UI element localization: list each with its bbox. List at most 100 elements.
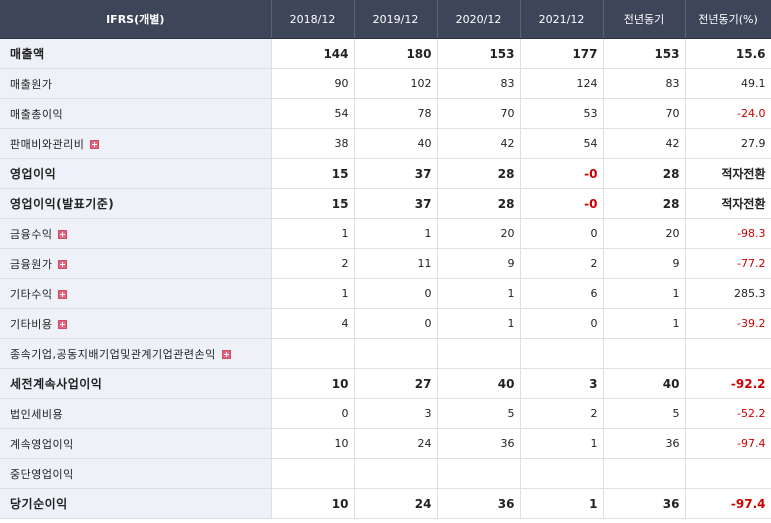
value-cell: 40	[354, 128, 438, 159]
value-cell: -77.2	[685, 248, 771, 279]
expand-plus-icon[interactable]	[221, 350, 231, 359]
value-cell: -24.0	[685, 98, 771, 129]
value-cell: 90	[271, 68, 355, 99]
header-col[interactable]: 2019/12	[354, 0, 438, 39]
value-cell: 15	[271, 158, 355, 189]
value-cell: 37	[354, 158, 438, 189]
value-cell: 9	[603, 248, 686, 279]
row-label: 매출총이익	[10, 107, 64, 121]
expand-plus-icon[interactable]	[58, 260, 68, 269]
table-row: 판매비와관리비 38 40 42 54 42 27.9	[0, 128, 771, 159]
value-cell: 2	[520, 248, 604, 279]
row-label: 매출액	[10, 47, 45, 61]
value-cell: 180	[354, 38, 438, 69]
row-label-cell: 영업이익	[0, 158, 272, 189]
row-label-cell[interactable]: 금융수익	[0, 218, 272, 249]
value-cell: 1	[520, 488, 604, 519]
value-cell: 42	[603, 128, 686, 159]
value-cell: 0	[354, 278, 438, 309]
row-label-cell[interactable]: 기타수익	[0, 278, 272, 309]
value-cell	[437, 338, 521, 369]
header-col[interactable]: 2021/12	[520, 0, 604, 39]
table-row: 금융수익 1 1 20 0 20 -98.3	[0, 218, 771, 249]
row-label-cell: 당기순이익	[0, 488, 272, 519]
value-cell	[685, 338, 771, 369]
row-label: 금융수익	[10, 227, 53, 241]
row-label: 판매비와관리비	[10, 137, 85, 151]
value-cell: 11	[354, 248, 438, 279]
value-cell: 2	[520, 398, 604, 429]
header-label: IFRS(개별)	[0, 0, 272, 39]
value-cell: 153	[603, 38, 686, 69]
row-label-cell: 매출원가	[0, 68, 272, 99]
value-cell: 53	[520, 98, 604, 129]
value-cell: 70	[437, 98, 521, 129]
value-cell: -0	[520, 188, 604, 219]
value-cell: 28	[603, 188, 686, 219]
expand-plus-icon[interactable]	[90, 140, 100, 149]
row-label-cell[interactable]: 금융원가	[0, 248, 272, 279]
value-cell: 102	[354, 68, 438, 99]
value-cell: -39.2	[685, 308, 771, 339]
row-label-cell[interactable]: 종속기업,공동지배기업및관계기업관련손익	[0, 338, 272, 369]
row-label: 법인세비용	[10, 407, 64, 421]
value-cell: 177	[520, 38, 604, 69]
value-cell: -52.2	[685, 398, 771, 429]
value-cell: -0	[520, 158, 604, 189]
table-row: 매출총이익 54 78 70 53 70 -24.0	[0, 98, 771, 129]
table-row: 금융원가 2 11 9 2 9 -77.2	[0, 248, 771, 279]
row-label-cell: 계속영업이익	[0, 428, 272, 459]
value-cell: 0	[520, 218, 604, 249]
value-cell: 42	[437, 128, 521, 159]
value-cell: 3	[520, 368, 604, 399]
value-cell: 36	[603, 488, 686, 519]
table-row: 매출원가 90 102 83 124 83 49.1	[0, 68, 771, 99]
header-col[interactable]: 전년동기	[603, 0, 686, 39]
value-cell: 9	[437, 248, 521, 279]
table-row: 종속기업,공동지배기업및관계기업관련손익	[0, 338, 771, 369]
value-cell: 적자전환	[685, 158, 771, 189]
value-cell	[603, 338, 686, 369]
row-label-cell: 중단영업이익	[0, 458, 272, 489]
header-col[interactable]: 전년동기(%)	[685, 0, 771, 39]
value-cell: 1	[520, 428, 604, 459]
value-cell: 10	[271, 488, 355, 519]
value-cell: 54	[271, 98, 355, 129]
expand-plus-icon[interactable]	[58, 290, 68, 299]
value-cell: -97.4	[685, 428, 771, 459]
value-cell: 27.9	[685, 128, 771, 159]
value-cell	[520, 338, 604, 369]
financial-table: IFRS(개별) 2018/12 2019/12 2020/12 2021/12…	[0, 0, 771, 519]
value-cell: 285.3	[685, 278, 771, 309]
row-label: 계속영업이익	[10, 437, 74, 451]
row-label-cell[interactable]: 판매비와관리비	[0, 128, 272, 159]
value-cell: 153	[437, 38, 521, 69]
value-cell: 6	[520, 278, 604, 309]
row-label: 기타수익	[10, 287, 53, 301]
header-col[interactable]: 2018/12	[271, 0, 355, 39]
value-cell	[603, 458, 686, 489]
value-cell: 28	[437, 188, 521, 219]
row-label-cell[interactable]: 기타비용	[0, 308, 272, 339]
row-label: 영업이익(발표기준)	[10, 197, 115, 211]
expand-plus-icon[interactable]	[58, 230, 68, 239]
row-label: 중단영업이익	[10, 467, 74, 481]
value-cell: 0	[520, 308, 604, 339]
value-cell: 28	[437, 158, 521, 189]
value-cell	[354, 458, 438, 489]
value-cell: 24	[354, 428, 438, 459]
value-cell: 10	[271, 428, 355, 459]
row-label: 당기순이익	[10, 497, 68, 511]
row-label: 기타비용	[10, 317, 53, 331]
expand-plus-icon[interactable]	[58, 320, 68, 329]
row-label: 매출원가	[10, 77, 53, 91]
value-cell: 15.6	[685, 38, 771, 69]
value-cell: 124	[520, 68, 604, 99]
value-cell	[520, 458, 604, 489]
table-row: 세전계속사업이익 10 27 40 3 40 -92.2	[0, 368, 771, 399]
value-cell: 15	[271, 188, 355, 219]
value-cell: 3	[354, 398, 438, 429]
header-col[interactable]: 2020/12	[437, 0, 521, 39]
table-row: 기타수익 1 0 1 6 1 285.3	[0, 278, 771, 309]
value-cell	[271, 338, 355, 369]
